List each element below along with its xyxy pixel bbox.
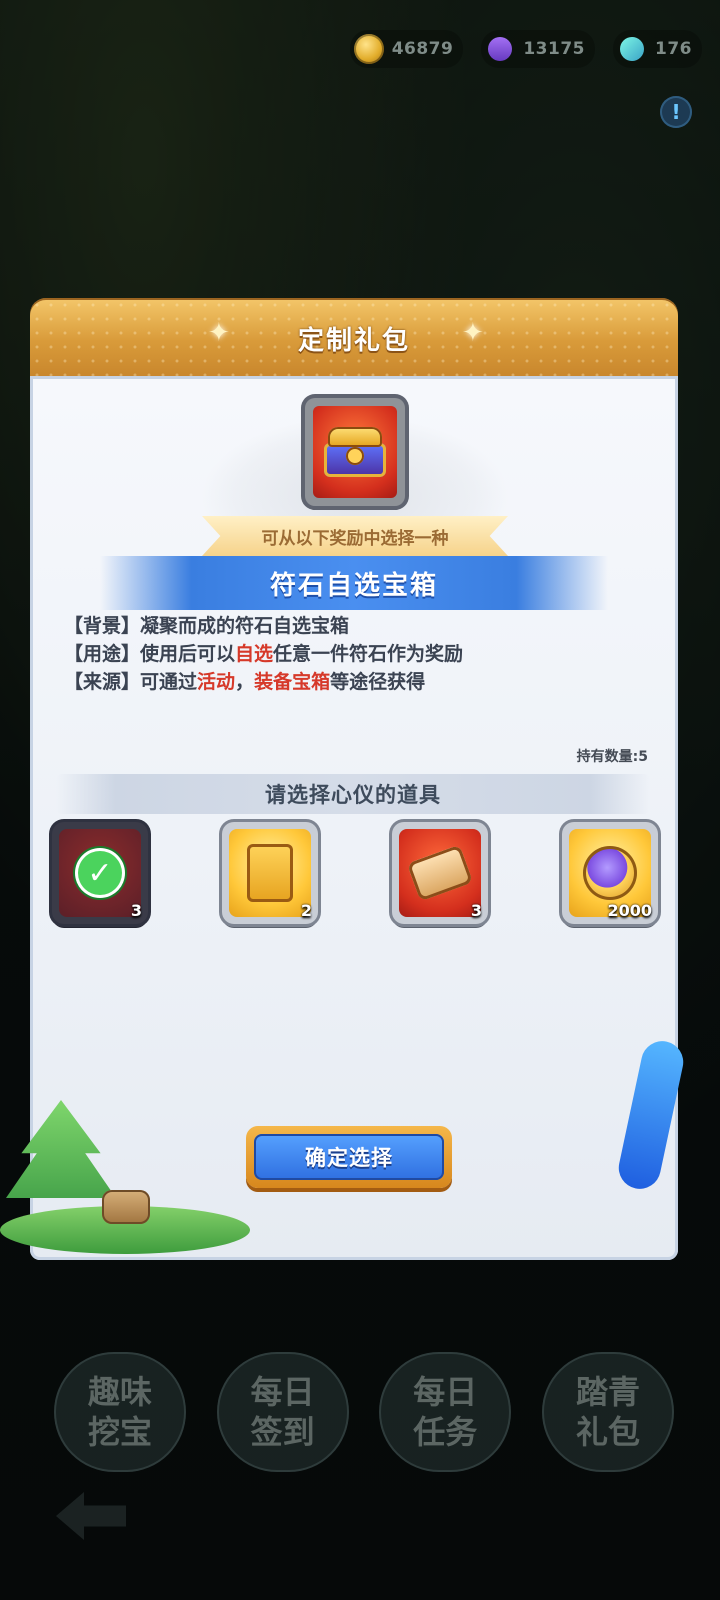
resource-bar: 46879 13175 176 (349, 30, 702, 68)
custom-gift-dialog: ✦ 定制礼包 ✦ 可从以下奖励中选择一种 符石自选宝箱 【背景】凝聚而成的符石自… (30, 298, 680, 1260)
gem-value: 13175 (523, 39, 585, 59)
confirm-selection-label: 确定选择 (254, 1134, 444, 1180)
item-name-banner: 符石自选宝箱 (100, 556, 608, 610)
item-name: 符石自选宝箱 (269, 570, 438, 601)
dialog-body: 可从以下奖励中选择一种 符石自选宝箱 【背景】凝聚而成的符石自选宝箱 【用途】使… (30, 376, 678, 1260)
select-prompt-bar: 请选择心仪的道具 (56, 774, 650, 814)
stump-decoration (102, 1190, 150, 1224)
scroll-icon (406, 844, 474, 902)
crystal-counter: 176 (613, 30, 702, 68)
exclamation-icon: ! (671, 100, 681, 124)
menu-spring-gift[interactable]: 踏青 礼包 (541, 1352, 674, 1472)
bottom-menu: 趣味 挖宝 每日 签到 每日 任务 踏青 礼包 (54, 1352, 674, 1472)
dialog-title: 定制礼包 (297, 326, 410, 356)
reward-count: 3 (470, 901, 482, 920)
purple-medal-icon (583, 846, 637, 900)
treasure-chest-icon (324, 423, 386, 481)
gold-card-icon (247, 844, 293, 902)
choose-one-text: 可从以下奖励中选择一种 (261, 528, 449, 549)
item-description: 【背景】凝聚而成的符石自选宝箱 【用途】使用后可以自选任意一件符石作为奖励 【来… (64, 612, 644, 696)
crystal-icon (620, 37, 644, 61)
confirm-selection-button[interactable]: 确定选择 (246, 1126, 452, 1188)
coin-value: 46879 (391, 39, 454, 59)
select-prompt: 请选择心仪的道具 (265, 783, 441, 807)
reward-count: 3 (130, 901, 142, 920)
sparkle-icon: ✦ (462, 318, 484, 348)
description-background-row: 【背景】凝聚而成的符石自选宝箱 (64, 615, 350, 637)
reward-options: ✓ 3 2 3 2000 (52, 822, 658, 924)
gem-counter: 13175 (481, 30, 595, 68)
reward-count: 2000 (607, 901, 652, 920)
reward-option-chest[interactable]: ✓ 3 (52, 822, 148, 924)
purple-gem-icon (483, 32, 518, 66)
featured-item-frame (305, 398, 405, 506)
owned-quantity: 持有数量:5 (576, 749, 648, 765)
menu-daily-tasks[interactable]: 每日 任务 (379, 1352, 512, 1472)
alert-button[interactable]: ! (660, 96, 692, 128)
reward-option-scroll[interactable]: 3 (392, 822, 488, 924)
menu-treasure-dig[interactable]: 趣味 挖宝 (54, 1352, 186, 1472)
description-source-row: 【来源】可通过活动，装备宝箱等途径获得 (64, 671, 426, 693)
choose-one-ribbon: 可从以下奖励中选择一种 (202, 516, 508, 556)
menu-daily-checkin[interactable]: 每日 签到 (216, 1352, 349, 1472)
checkmark-icon: ✓ (78, 851, 122, 895)
coin-icon (353, 34, 384, 64)
reward-count: 2 (300, 901, 312, 920)
dialog-header: ✦ 定制礼包 ✦ (30, 298, 678, 376)
description-usage-row: 【用途】使用后可以自选任意一件符石作为奖励 (64, 643, 464, 665)
coin-counter: 46879 (349, 30, 464, 68)
crystal-value: 176 (655, 39, 692, 59)
reward-option-card[interactable]: 2 (222, 822, 318, 924)
reward-option-medal[interactable]: 2000 (562, 822, 658, 924)
